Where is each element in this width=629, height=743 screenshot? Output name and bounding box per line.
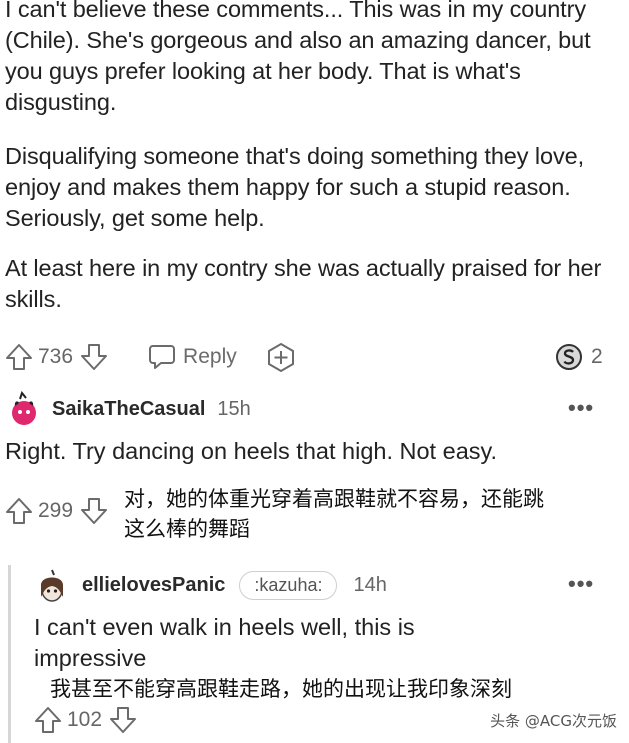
comment-bubble-icon (149, 345, 176, 369)
avatar[interactable] (34, 567, 70, 603)
snoo-avatar-icon (41, 569, 63, 602)
upvote-icon[interactable] (4, 496, 34, 526)
avatar[interactable] (6, 390, 42, 427)
snoo-avatar-icon (12, 390, 36, 425)
reply-translation: 我甚至不能穿高跟鞋走路，她的出现让我印象深刻 (50, 677, 512, 701)
comment-header: SaikaTheCasual 15h (6, 390, 251, 427)
comment-username[interactable]: SaikaTheCasual (52, 398, 205, 421)
reply-username[interactable]: ellielovesPanic (82, 574, 225, 597)
award-icon[interactable] (265, 341, 297, 373)
reply-label: Reply (183, 345, 237, 368)
more-options-icon[interactable]: ••• (568, 571, 594, 597)
award-count: 2 (591, 345, 603, 368)
reply-button[interactable]: Reply (147, 343, 237, 371)
watermark: 头条 @ACG次元饭 (490, 712, 617, 730)
award-badge[interactable]: 2 (554, 342, 603, 372)
comment-vote-count: 299 (38, 499, 74, 522)
downvote-icon[interactable] (79, 496, 109, 526)
reply-action-bar: 102 (33, 703, 138, 737)
more-options-icon[interactable]: ••• (568, 395, 594, 421)
reply-text-line-1: I can't even walk in heels well, this is (34, 614, 415, 640)
reply-vote-count: 102 (67, 708, 103, 731)
upvote-icon[interactable] (4, 342, 34, 372)
comment-action-bar: 299 (4, 494, 109, 528)
reply-text-line-2: impressive (34, 645, 147, 671)
thread-line[interactable] (8, 565, 11, 743)
silver-award-icon (556, 344, 582, 370)
user-flair: :kazuha: (239, 570, 338, 600)
post-paragraph-2: Disqualifying someone that's doing somet… (5, 143, 584, 231)
post-paragraph-3: At least here in my contry she was actua… (5, 255, 602, 312)
translation-line-2: 这么棒的舞蹈 (124, 517, 250, 541)
comment-timestamp: 15h (217, 397, 251, 420)
post-paragraph-1: I can't believe these comments... This w… (5, 0, 591, 115)
downvote-icon[interactable] (79, 342, 109, 372)
translation-line-1: 对，她的体重光穿着高跟鞋就不容易，还能跳 (124, 487, 544, 511)
downvote-icon[interactable] (108, 705, 138, 735)
post-vote-count: 736 (38, 345, 74, 368)
upvote-icon[interactable] (33, 705, 63, 735)
reply-header: ellielovesPanic :kazuha: 14h (34, 567, 387, 603)
reply-timestamp: 14h (353, 573, 387, 596)
comment-text: Right. Try dancing on heels that high. N… (5, 438, 498, 464)
post-action-bar: 736 Reply 2 (4, 340, 624, 374)
